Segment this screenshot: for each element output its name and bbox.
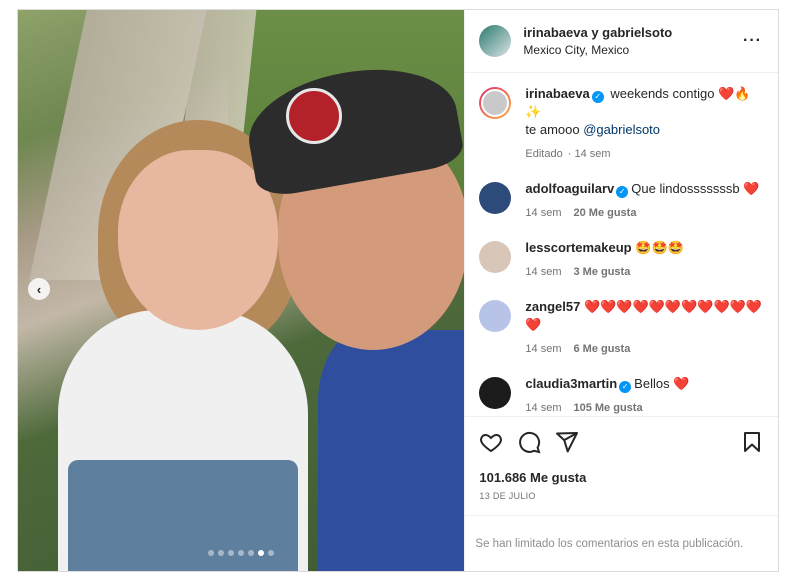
commenter-avatar[interactable] <box>479 182 512 214</box>
share-icon[interactable] <box>555 430 579 454</box>
comment: adolfoaguilarv ✓ Que lindosssssssb ❤️ 14 se… <box>479 180 764 222</box>
caption-mention[interactable]: @gabrielsoto <box>583 122 660 137</box>
comment-time[interactable]: 14 sem <box>525 266 561 278</box>
carousel-prev-button[interactable]: ‹ <box>28 278 50 300</box>
caption-line2: te amooo <box>525 122 584 137</box>
post-frame: ‹ irinabaeva y gabrielsoto Mexico City, … <box>17 9 779 572</box>
comment: lesscortemakeup 🤩🤩🤩 14 sem 3 Me gusta <box>479 239 764 281</box>
post-sidebar: irinabaeva y gabrielsoto Mexico City, Me… <box>464 10 778 571</box>
comment: claudia3martin ✓ Bellos ❤️ 14 sem 105 Me gus… <box>479 375 764 416</box>
carousel-dot <box>258 550 265 556</box>
edited-label: Editado <box>525 148 563 160</box>
comment-likes[interactable]: 20 Me gusta <box>573 207 636 219</box>
caption-time[interactable]: 14 sem <box>575 148 611 160</box>
commenter-username[interactable]: lesscortemakeup <box>525 240 631 255</box>
comment-icon[interactable] <box>517 430 541 454</box>
more-options-icon[interactable]: ··· <box>743 32 762 50</box>
comment-time[interactable]: 14 sem <box>525 343 561 355</box>
caption-username[interactable]: irinabaeva <box>525 86 589 101</box>
bookmark-icon[interactable] <box>740 430 764 454</box>
caption: irinabaeva ✓ weekends contigo ❤️🔥✨ te amo… <box>479 85 764 163</box>
action-bar <box>465 416 778 466</box>
post-header: irinabaeva y gabrielsoto Mexico City, Me… <box>465 10 778 73</box>
commenter-username[interactable]: zangel57 <box>525 299 580 314</box>
carousel-dot <box>268 550 275 556</box>
post-date[interactable]: 13 DE JULIO <box>465 491 778 501</box>
chevron-left-icon: ‹ <box>36 281 42 297</box>
commenter-avatar[interactable] <box>479 300 512 332</box>
comment-emoji: 🤩🤩🤩 <box>635 240 684 255</box>
comment: zangel57 ❤️❤️❤️❤️❤️❤️❤️❤️❤️❤️❤️❤️ 14 sem 6… <box>479 298 764 358</box>
post-authors[interactable]: irinabaeva y gabrielsoto <box>523 25 672 40</box>
comment-emoji: ❤️ <box>673 376 690 391</box>
commenter-avatar[interactable] <box>479 377 512 409</box>
caption-text: weekends contigo <box>610 86 715 101</box>
commenter-avatar[interactable] <box>479 241 512 273</box>
comments-list: irinabaeva ✓ weekends contigo ❤️🔥✨ te amo… <box>465 73 778 416</box>
carousel-dot <box>218 550 225 556</box>
post-location[interactable]: Mexico City, Mexico <box>523 43 672 57</box>
carousel-dot <box>238 550 245 556</box>
verified-badge-icon: ✓ <box>616 186 629 198</box>
comment-likes[interactable]: 105 Me gusta <box>573 402 642 414</box>
comment-time[interactable]: 14 sem <box>525 402 561 414</box>
author-avatar[interactable] <box>479 25 512 57</box>
caption-avatar[interactable] <box>479 87 512 119</box>
verified-badge-icon: ✓ <box>619 381 632 393</box>
carousel-dot <box>228 550 235 556</box>
comment-likes[interactable]: 6 Me gusta <box>573 343 630 355</box>
comments-limited-notice: Se han limitado los comentarios en esta … <box>465 515 778 571</box>
comment-time[interactable]: 14 sem <box>525 207 561 219</box>
comment-likes[interactable]: 3 Me gusta <box>573 266 630 278</box>
commenter-username[interactable]: claudia3martin <box>525 376 617 391</box>
like-count[interactable]: 101.686 Me gusta <box>465 470 778 485</box>
heart-icon[interactable] <box>479 430 503 454</box>
comment-text: Bellos <box>634 376 670 391</box>
commenter-username[interactable]: adolfoaguilarv <box>525 181 614 196</box>
verified-badge-icon: ✓ <box>591 91 604 103</box>
carousel-dots <box>18 550 464 556</box>
comment-text: Que lindosssssssb <box>631 181 740 196</box>
carousel-dot <box>208 550 215 556</box>
comment-emoji: ❤️ <box>743 181 760 196</box>
carousel-dot <box>248 550 255 556</box>
post-media[interactable]: ‹ <box>18 10 465 571</box>
